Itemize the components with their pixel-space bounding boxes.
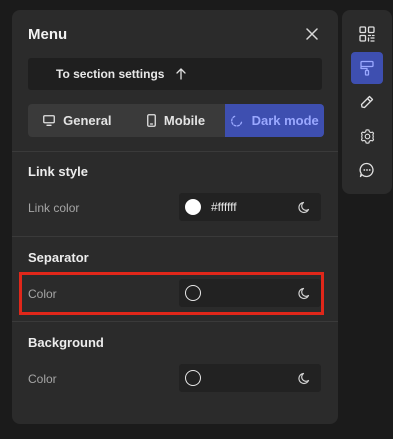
qr-grid-icon (359, 26, 375, 42)
highlight-box (19, 272, 324, 315)
section-link-label: To section settings (56, 67, 165, 81)
phone-icon (147, 114, 156, 127)
close-icon (306, 28, 318, 40)
background-title: Background (28, 335, 104, 350)
tab-dark-mode-label: Dark mode (251, 113, 319, 128)
panel-header: Menu (28, 24, 322, 44)
qr-grid-button[interactable] (351, 18, 383, 50)
menu-settings-panel: Menu To section settings General Mobile … (12, 10, 338, 424)
color-swatch (185, 199, 201, 215)
tab-dark-mode[interactable]: Dark mode (225, 104, 324, 137)
tab-mobile[interactable]: Mobile (127, 104, 226, 137)
monitor-icon (43, 115, 56, 126)
pencil-icon (360, 95, 374, 109)
link-color-value: #ffffff (211, 200, 237, 214)
to-section-settings-link[interactable]: To section settings (28, 58, 322, 90)
moon-icon[interactable] (297, 199, 313, 215)
background-color-picker[interactable] (179, 364, 321, 392)
divider (12, 236, 338, 237)
arrow-up-icon (176, 68, 187, 80)
chat-bubble-icon (359, 162, 374, 178)
gear-icon (360, 128, 374, 144)
settings-button[interactable] (351, 120, 383, 152)
link-color-picker[interactable]: #ffffff (179, 193, 321, 221)
background-color-label: Color (28, 372, 57, 386)
side-toolbar (342, 10, 392, 194)
device-mode-tabs: General Mobile Dark mode (28, 104, 324, 137)
divider (12, 151, 338, 152)
panel-title: Menu (28, 25, 68, 43)
color-swatch (185, 370, 201, 386)
separator-title: Separator (28, 250, 89, 265)
moon-icon[interactable] (297, 370, 313, 386)
chat-button[interactable] (351, 154, 383, 186)
tab-general-label: General (63, 113, 112, 128)
dark-mode-icon (230, 115, 242, 127)
link-color-label: Link color (28, 201, 80, 215)
divider (12, 321, 338, 322)
close-button[interactable] (302, 24, 322, 44)
tab-general[interactable]: General (28, 104, 127, 137)
pencil-button[interactable] (351, 86, 383, 118)
paint-roller-icon (360, 60, 374, 76)
tab-mobile-label: Mobile (163, 113, 206, 128)
link-style-title: Link style (28, 164, 88, 179)
paint-roller-button[interactable] (351, 52, 383, 84)
